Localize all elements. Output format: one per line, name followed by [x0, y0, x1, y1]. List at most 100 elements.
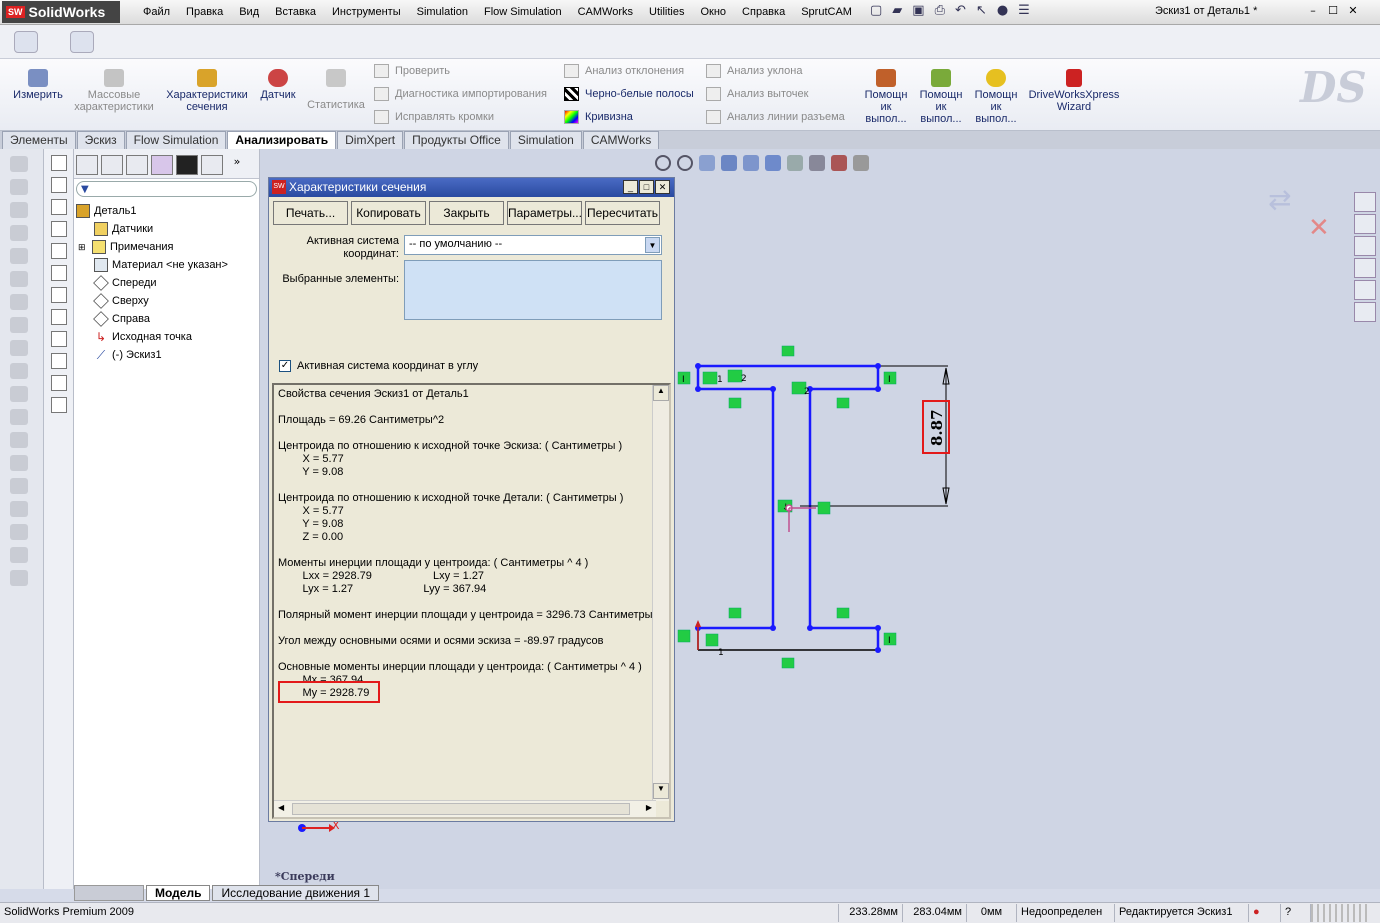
tab-model[interactable]: Модель [146, 885, 211, 901]
scroll-right-icon[interactable]: ▶ [646, 803, 652, 812]
copy-button[interactable]: Копировать [351, 201, 426, 225]
appearances-icon[interactable] [1354, 280, 1376, 300]
view-orientation-icon[interactable] [743, 155, 759, 171]
open-folder-icon[interactable]: ▰ [892, 3, 902, 18]
view-icon-12[interactable] [51, 397, 67, 413]
tree-item-material[interactable]: Материал <не указан> [94, 256, 228, 274]
print-icon[interactable]: ⎙ [935, 3, 945, 18]
tree-item-front-plane[interactable]: Спереди [93, 274, 157, 292]
vertical-scrollbar[interactable]: ▲ ▼ [652, 385, 669, 801]
tool-icon-11[interactable] [10, 386, 28, 402]
minimize-icon[interactable]: – [1305, 4, 1321, 18]
tab-dimxpert[interactable]: DimXpert [337, 131, 404, 149]
home-icon[interactable] [1354, 192, 1376, 212]
deviation-analysis-button[interactable]: Анализ отклонения [564, 64, 684, 78]
tool-icon-18[interactable] [10, 547, 28, 563]
tab-scroll-arrows-icon[interactable] [74, 885, 144, 901]
recalculate-button[interactable]: Пересчитать [585, 201, 660, 225]
view-palette-icon[interactable] [1354, 258, 1376, 278]
sketch-canvas[interactable]: II↓ 122 1I [670, 340, 960, 680]
menu-insert[interactable]: Вставка [267, 4, 324, 20]
hide-show-icon[interactable] [787, 155, 803, 171]
maximize-icon[interactable]: ☐ [1325, 4, 1341, 18]
statistics-button[interactable]: Статистика [304, 69, 368, 111]
file-explorer-icon[interactable] [1354, 236, 1376, 256]
edit-appearance-icon[interactable] [809, 155, 825, 171]
swirl-icon-2[interactable] [70, 31, 94, 53]
results-text-area[interactable]: Свойства сечения Эскиз1 от Деталь1 Площа… [272, 383, 671, 819]
view-icon-5[interactable] [51, 243, 67, 259]
mass-properties-button[interactable]: Массовые характеристики [72, 69, 156, 113]
undo-icon[interactable]: ↶ [955, 3, 966, 18]
tool-icon-6[interactable] [10, 271, 28, 287]
tree-item-sensors[interactable]: Датчики [94, 220, 153, 238]
view-icon-11[interactable] [51, 375, 67, 391]
horizontal-scrollbar[interactable]: ◀ ▶ [274, 800, 656, 817]
driveworks-button[interactable]: DriveWorksXpress Wizard [1028, 69, 1120, 113]
view-icon-2[interactable] [51, 177, 67, 193]
tool-icon-12[interactable] [10, 409, 28, 425]
sensor-button[interactable]: Датчик [255, 69, 301, 101]
zoom-to-fit-icon[interactable] [655, 155, 671, 171]
section-view-icon[interactable] [721, 155, 737, 171]
tab-sketch[interactable]: Эскиз [76, 131, 125, 149]
select-pointer-icon[interactable]: ↖ [976, 3, 987, 18]
dialog-maximize-icon[interactable]: □ [639, 180, 654, 194]
menu-file[interactable]: Файл [135, 4, 178, 20]
tab-evaluate[interactable]: Анализировать [227, 131, 337, 149]
section-properties-button[interactable]: Характеристики сечения [162, 69, 252, 113]
menu-simulation[interactable]: Simulation [409, 4, 476, 20]
corner-coord-checkbox-row[interactable]: ✓ Активная система координат в углу [279, 360, 478, 372]
menu-view[interactable]: Вид [231, 4, 267, 20]
tool-icon-7[interactable] [10, 294, 28, 310]
undercut-analysis-button[interactable]: Анализ выточек [706, 87, 808, 101]
menu-tools[interactable]: Инструменты [324, 4, 409, 20]
close-icon[interactable]: ✕ [1345, 4, 1361, 18]
menu-sprutcam[interactable]: SprutCAM [793, 4, 860, 20]
tool-icon-3[interactable] [10, 202, 28, 218]
tool-icon-19[interactable] [10, 570, 28, 586]
camworks-tab-icon[interactable] [176, 155, 198, 175]
view-icon-9[interactable] [51, 331, 67, 347]
tab-flow-simulation[interactable]: Flow Simulation [125, 131, 227, 149]
scroll-thumb[interactable] [292, 803, 630, 815]
tree-item-annotations[interactable]: ⊞ Примечания [78, 238, 174, 256]
scroll-up-icon[interactable]: ▲ [653, 385, 669, 401]
menu-flow-simulation[interactable]: Flow Simulation [476, 4, 570, 20]
tab-features[interactable]: Элементы [2, 131, 76, 149]
previous-view-icon[interactable] [699, 155, 715, 171]
menu-camworks[interactable]: CAMWorks [570, 4, 641, 20]
tree-root-part[interactable]: Деталь1 [76, 202, 137, 220]
dialog-close-icon[interactable]: ✕ [655, 180, 670, 194]
property-manager-tab-icon[interactable] [101, 155, 123, 175]
dimension-value[interactable]: 8.87 [924, 405, 950, 451]
check-button[interactable]: Проверить [374, 64, 450, 78]
view-icon-8[interactable] [51, 309, 67, 325]
tab-motion-study[interactable]: Исследование движения 1 [212, 885, 380, 901]
selected-items-list[interactable] [404, 260, 662, 320]
exit-sketch-icon[interactable]: ✕ [1308, 213, 1330, 243]
menu-help[interactable]: Справка [734, 4, 793, 20]
display-style-icon[interactable] [765, 155, 781, 171]
menu-window[interactable]: Окно [692, 4, 734, 20]
expand-plus-icon[interactable]: ⊞ [78, 242, 88, 253]
display-manager-tab-icon[interactable] [201, 155, 223, 175]
view-icon-1[interactable] [51, 155, 67, 171]
tool-icon-14[interactable] [10, 455, 28, 471]
scroll-track[interactable] [653, 401, 669, 783]
dimxpert-tab-icon[interactable] [151, 155, 173, 175]
apply-scene-icon[interactable] [831, 155, 847, 171]
menu-edit[interactable]: Правка [178, 4, 231, 20]
filter-field[interactable]: ▼ [76, 181, 257, 197]
curvature-button[interactable]: Кривизна [564, 110, 633, 124]
tool-icon-17[interactable] [10, 524, 28, 540]
view-icon-4[interactable] [51, 221, 67, 237]
tab-simulation[interactable]: Simulation [509, 131, 582, 149]
tab-camworks[interactable]: CAMWorks [582, 131, 660, 149]
zebra-stripes-button[interactable]: Черно-белые полосы [564, 87, 694, 101]
save-icon[interactable]: ▣ [912, 3, 924, 18]
scroll-left-icon[interactable]: ◀ [278, 803, 284, 812]
swirl-icon[interactable] [14, 31, 38, 53]
options-icon[interactable]: ☰ [1018, 3, 1030, 18]
tool-icon-10[interactable] [10, 363, 28, 379]
